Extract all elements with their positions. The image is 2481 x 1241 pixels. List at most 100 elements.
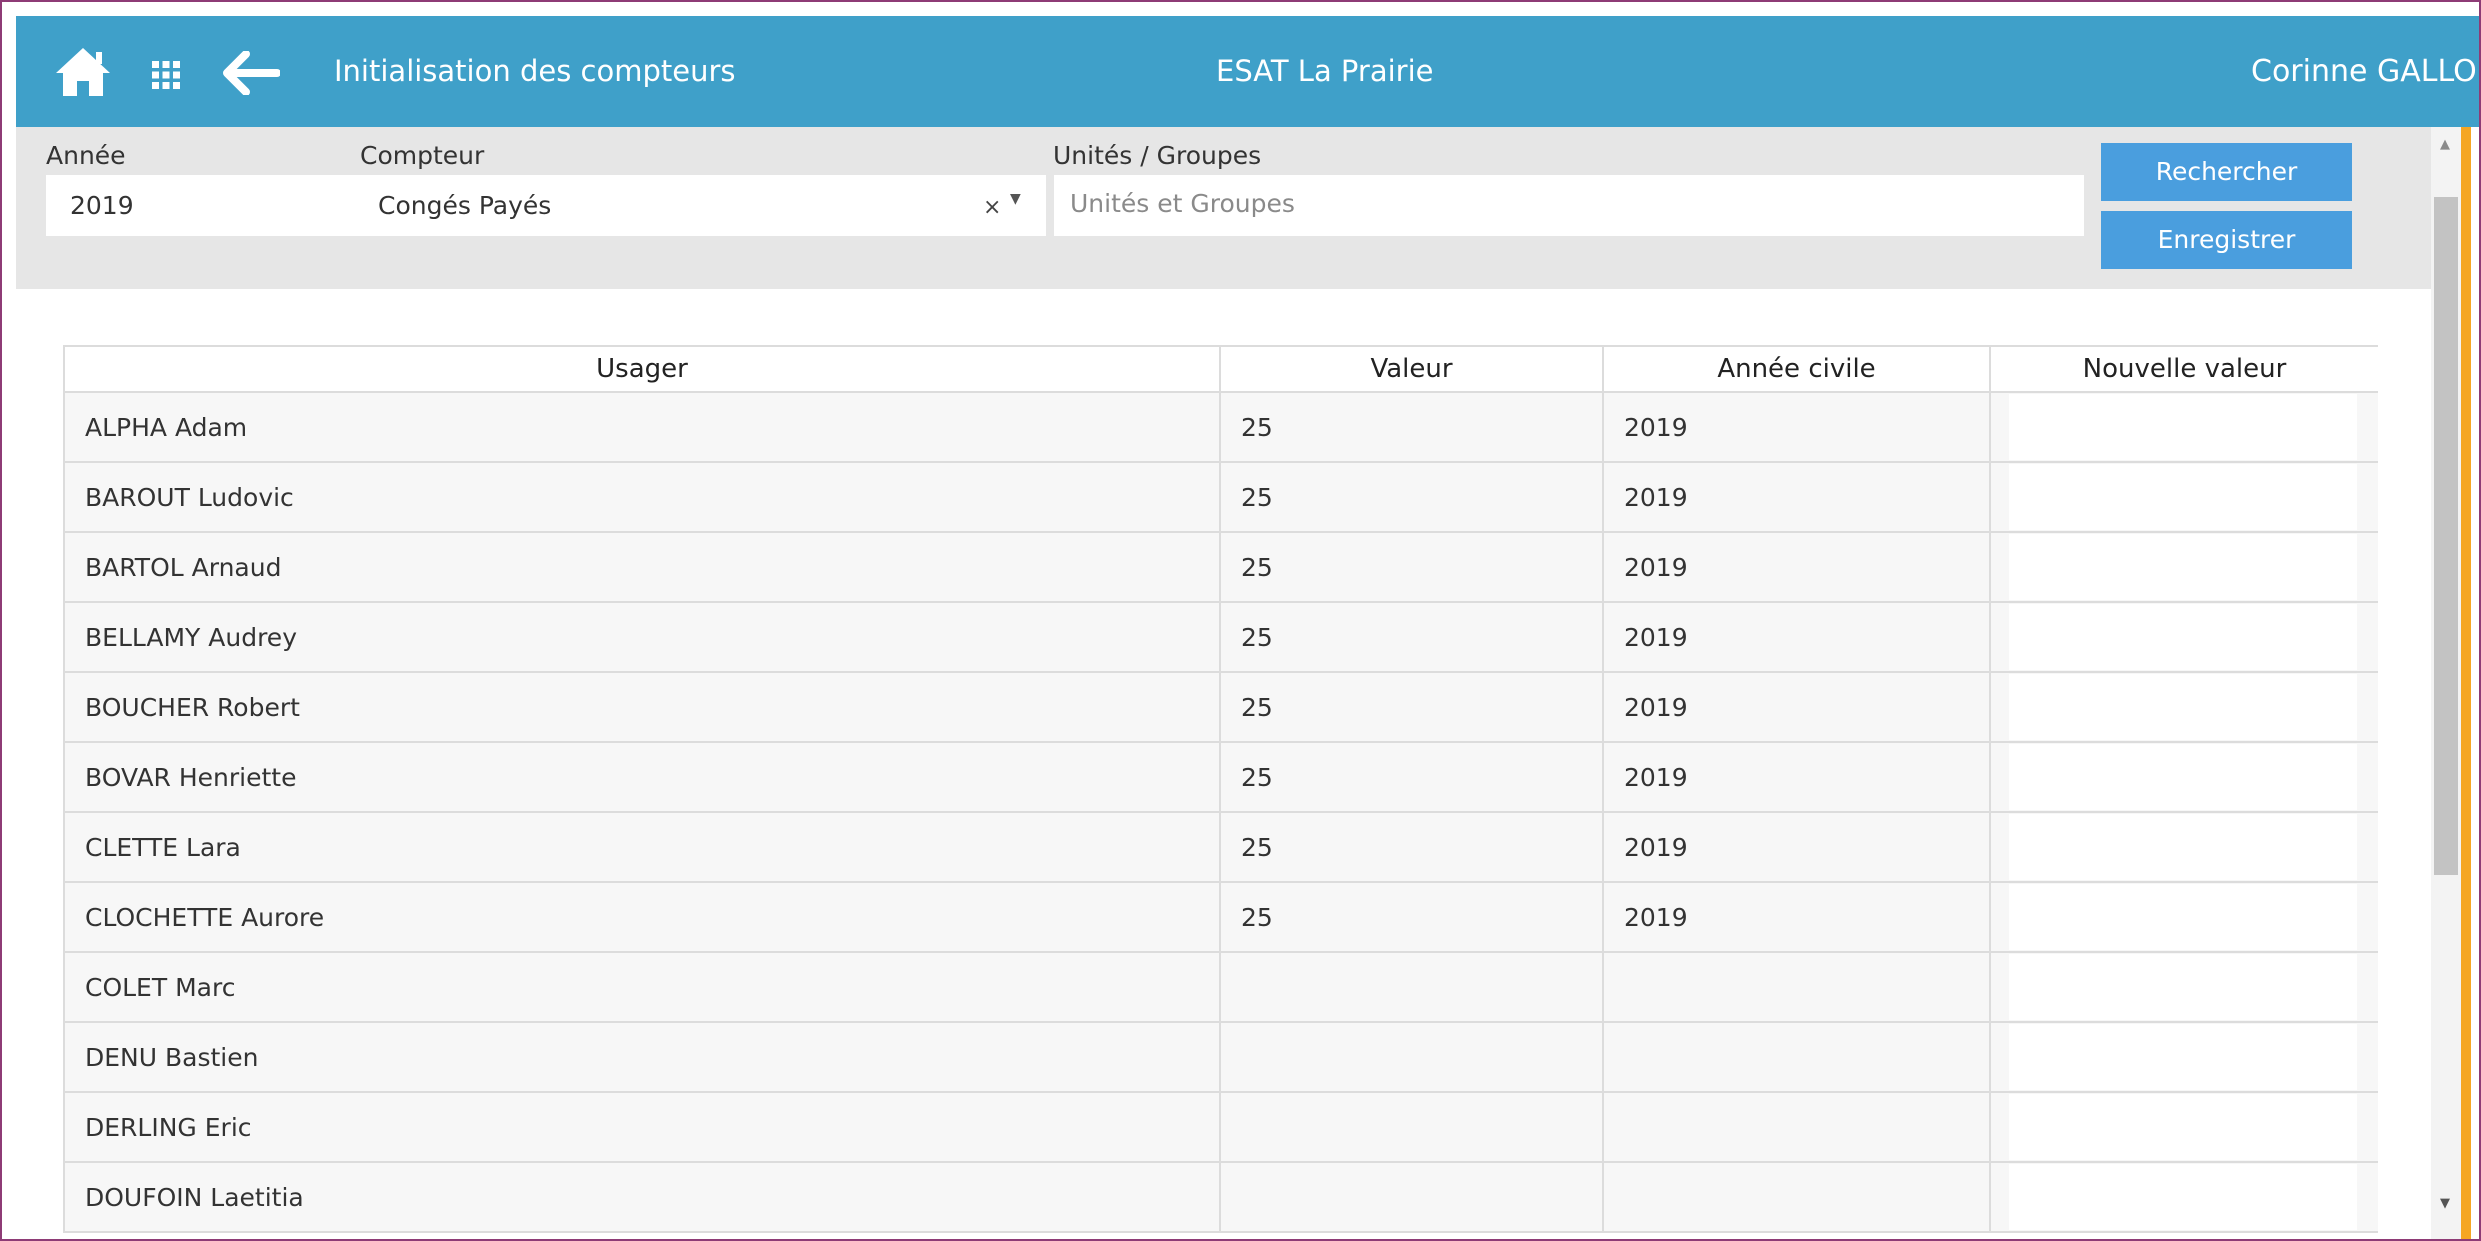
new-value-input[interactable] <box>2009 604 2357 670</box>
new-value-input[interactable] <box>2009 814 2357 880</box>
counter-value: Congés Payés <box>378 191 552 220</box>
new-value-input[interactable] <box>2009 1164 2357 1230</box>
user-name[interactable]: Corinne GALLOF <box>2251 16 2479 127</box>
table-row[interactable]: DERLING Eric <box>63 1091 2378 1163</box>
scroll-up-icon[interactable]: ▲ <box>2440 137 2450 152</box>
cell-valeur: 25 <box>1219 461 1604 533</box>
table-row[interactable]: DOUFOIN Laetitia <box>63 1161 2378 1233</box>
year-field[interactable]: 2019 <box>46 175 362 236</box>
table-row[interactable]: CLETTE Lara 25 2019 <box>63 811 2378 883</box>
cell-usager: BOUCHER Robert <box>63 671 1221 743</box>
table-row[interactable]: COLET Marc <box>63 951 2378 1023</box>
column-header-annee-civile[interactable]: Année civile <box>1602 345 1991 393</box>
cell-usager: DENU Bastien <box>63 1021 1221 1093</box>
cell-annee-civile <box>1602 1091 1991 1163</box>
new-value-input[interactable] <box>2009 744 2357 810</box>
cell-valeur: 25 <box>1219 531 1604 603</box>
apps-grid-icon[interactable] <box>152 61 180 89</box>
units-label: Unités / Groupes <box>1053 141 1262 170</box>
vertical-scrollbar[interactable]: ▲ ▼ <box>2431 127 2461 1239</box>
counters-table-container: Usager Valeur Année civile Nouvelle vale… <box>63 345 2378 1239</box>
back-arrow-icon[interactable] <box>222 51 280 95</box>
counter-select[interactable]: Congés Payés × ▼ <box>360 175 1046 236</box>
cell-usager: CLOCHETTE Aurore <box>63 881 1221 953</box>
cell-annee-civile <box>1602 951 1991 1023</box>
new-value-input[interactable] <box>2009 1094 2357 1160</box>
cell-nouvelle-valeur <box>1989 1161 2378 1233</box>
top-bar: Initialisation des compteurs ESAT La Pra… <box>16 16 2479 127</box>
cell-nouvelle-valeur <box>1989 531 2378 603</box>
cell-annee-civile: 2019 <box>1602 881 1991 953</box>
window-edge-accent <box>2461 127 2471 1239</box>
cell-usager: BOVAR Henriette <box>63 741 1221 813</box>
new-value-input[interactable] <box>2009 884 2357 950</box>
table-body: ALPHA Adam 25 2019 BAROUT Ludovic 25 2019 BART… <box>63 391 2378 1233</box>
chevron-down-icon[interactable]: ▼ <box>1010 169 1021 230</box>
new-value-input[interactable] <box>2009 674 2357 740</box>
cell-nouvelle-valeur <box>1989 881 2378 953</box>
cell-valeur: 25 <box>1219 881 1604 953</box>
cell-usager: CLETTE Lara <box>63 811 1221 883</box>
units-groups-input[interactable]: Unités et Groupes <box>1054 175 2084 236</box>
cell-annee-civile: 2019 <box>1602 741 1991 813</box>
cell-valeur: 25 <box>1219 741 1604 813</box>
cell-annee-civile: 2019 <box>1602 461 1991 533</box>
new-value-input[interactable] <box>2009 394 2357 460</box>
table-row[interactable]: BAROUT Ludovic 25 2019 <box>63 461 2378 533</box>
table-row[interactable]: ALPHA Adam 25 2019 <box>63 391 2378 463</box>
cell-nouvelle-valeur <box>1989 601 2378 673</box>
new-value-input[interactable] <box>2009 464 2357 530</box>
new-value-input[interactable] <box>2009 1024 2357 1090</box>
cell-annee-civile: 2019 <box>1602 531 1991 603</box>
cell-valeur: 25 <box>1219 811 1604 883</box>
counter-label: Compteur <box>360 141 485 170</box>
cell-nouvelle-valeur <box>1989 1021 2378 1093</box>
cell-annee-civile <box>1602 1161 1991 1233</box>
cell-annee-civile <box>1602 1021 1991 1093</box>
cell-annee-civile: 2019 <box>1602 671 1991 743</box>
scroll-down-icon[interactable]: ▼ <box>2440 1196 2450 1211</box>
cell-valeur: 25 <box>1219 391 1604 463</box>
clear-selection-icon[interactable]: × <box>983 177 1001 238</box>
cell-nouvelle-valeur <box>1989 671 2378 743</box>
cell-valeur <box>1219 1091 1604 1163</box>
cell-usager: BARTOL Arnaud <box>63 531 1221 603</box>
column-header-nouvelle-valeur[interactable]: Nouvelle valeur <box>1989 345 2378 393</box>
column-header-valeur[interactable]: Valeur <box>1219 345 1604 393</box>
scrollbar-thumb[interactable] <box>2434 197 2458 875</box>
cell-usager: BAROUT Ludovic <box>63 461 1221 533</box>
column-header-usager[interactable]: Usager <box>63 345 1221 393</box>
cell-nouvelle-valeur <box>1989 951 2378 1023</box>
table-row[interactable]: CLOCHETTE Aurore 25 2019 <box>63 881 2378 953</box>
table-row[interactable]: BOVAR Henriette 25 2019 <box>63 741 2378 813</box>
cell-nouvelle-valeur <box>1989 741 2378 813</box>
cell-nouvelle-valeur <box>1989 461 2378 533</box>
page-title: Initialisation des compteurs <box>334 54 736 88</box>
cell-usager: ALPHA Adam <box>63 391 1221 463</box>
cell-nouvelle-valeur <box>1989 1091 2378 1163</box>
cell-usager: COLET Marc <box>63 951 1221 1023</box>
year-label: Année <box>46 141 126 170</box>
new-value-input[interactable] <box>2009 954 2357 1020</box>
app-window: Initialisation des compteurs ESAT La Pra… <box>0 0 2481 1241</box>
new-value-input[interactable] <box>2009 534 2357 600</box>
search-button[interactable]: Rechercher <box>2101 143 2352 201</box>
filter-bar: Année 2019 Compteur Congés Payés × ▼ Uni… <box>16 127 2431 289</box>
cell-annee-civile: 2019 <box>1602 811 1991 883</box>
save-button[interactable]: Enregistrer <box>2101 211 2352 269</box>
table-row[interactable]: DENU Bastien <box>63 1021 2378 1093</box>
organization-name: ESAT La Prairie <box>1216 54 1434 88</box>
home-icon[interactable] <box>54 46 112 98</box>
table-row[interactable]: BARTOL Arnaud 25 2019 <box>63 531 2378 603</box>
table-row[interactable]: BELLAMY Audrey 25 2019 <box>63 601 2378 673</box>
cell-usager: DOUFOIN Laetitia <box>63 1161 1221 1233</box>
table-row[interactable]: BOUCHER Robert 25 2019 <box>63 671 2378 743</box>
cell-valeur <box>1219 1161 1604 1233</box>
cell-valeur: 25 <box>1219 601 1604 673</box>
counters-table: Usager Valeur Année civile Nouvelle vale… <box>63 345 2378 1233</box>
cell-annee-civile: 2019 <box>1602 391 1991 463</box>
units-placeholder: Unités et Groupes <box>1070 189 1295 218</box>
year-value: 2019 <box>70 191 134 220</box>
table-header-row: Usager Valeur Année civile Nouvelle vale… <box>63 345 2378 393</box>
cell-nouvelle-valeur <box>1989 391 2378 463</box>
